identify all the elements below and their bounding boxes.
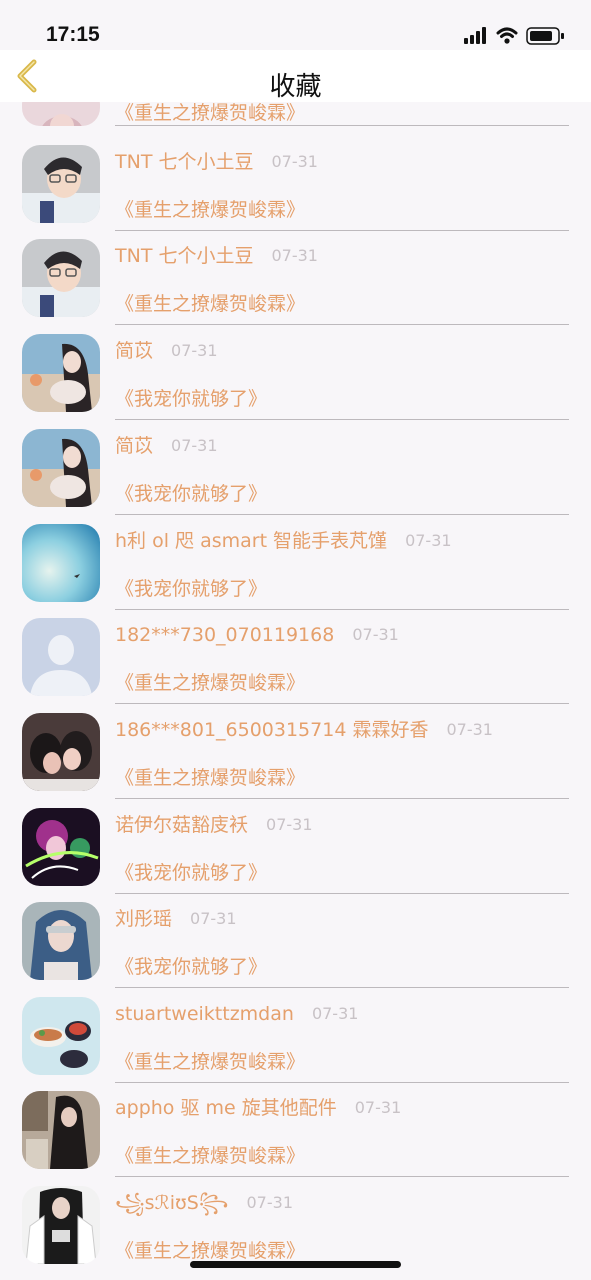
list-item[interactable]: 182***730_070119168 07-31 《重生之撩爆贺峻霖》 [0,606,591,704]
avatar [22,808,100,886]
item-title: 《重生之撩爆贺峻霖》 [115,199,306,221]
item-title: 《我宠你就够了》 [115,388,268,410]
list-item[interactable]: 简苡 07-31 《我宠你就够了》 [0,417,591,515]
avatar [22,902,100,980]
nav-bar: 收藏 [0,50,591,102]
list-item[interactable]: TNT 七个小土豆 07-31 《重生之撩爆贺峻霖》 [0,227,591,325]
avatar [22,997,100,1075]
item-title: 《重生之撩爆贺峻霖》 [115,672,306,694]
item-title: 《我宠你就够了》 [115,578,268,600]
divider [115,125,569,126]
avatar [22,239,100,317]
date: 07-31 [311,1004,359,1023]
avatar [22,1091,100,1169]
avatar [22,429,100,507]
status-icons [464,25,567,47]
item-title: 《我宠你就够了》 [115,956,268,978]
battery-icon [526,27,564,45]
date: 07-31 [271,246,318,265]
list-item[interactable]: ꧁sℛiʊS꧂ 07-31 《重生之撩爆贺峻霖》 [0,1174,591,1268]
item-title: 《重生之撩爆贺峻霖》 [115,293,306,315]
item-title: 《我宠你就够了》 [115,862,268,884]
user-name: TNT 七个小土豆 07-31 [115,151,318,173]
list-item[interactable]: 186***801_6500315714 霖霖好香 07-31 《重生之撩爆贺峻霖… [0,701,591,799]
wifi-icon [496,27,518,44]
avatar [22,334,100,412]
date: 07-31 [266,815,313,834]
user-name: 刘彤瑶 07-31 [115,908,237,930]
list-item[interactable]: stuartweikttzmdan 07-31 《重生之撩爆贺峻霖》 [0,985,591,1083]
list-item[interactable]: 刘彤瑶 07-31 《我宠你就够了》 [0,890,591,988]
cellular-signal-icon [464,27,486,44]
list-item[interactable]: 简苡 07-31 《我宠你就够了》 [0,322,591,420]
user-name: ꧁sℛiʊS꧂ 07-31 [115,1192,294,1214]
item-title: 《重生之撩爆贺峻霖》 [115,767,306,789]
avatar [22,145,100,223]
item-title: 《重生之撩爆贺峻霖》 [115,1145,306,1167]
list-item[interactable]: h利 ol 咫 asmart 智能手表芃馑 07-31 《我宠你就够了》 [0,512,591,610]
date: 07-31 [405,531,452,550]
date: 07-31 [354,1098,402,1117]
list-item[interactable]: TNT 七个小土豆 07-31 《重生之撩爆贺峻霖》 [0,133,591,231]
user-name: stuartweikttzmdan 07-31 [115,1003,359,1025]
avatar [22,713,100,791]
user-name: 182***730_070119168 07-31 [115,624,399,646]
item-title: 《我宠你就够了》 [115,483,268,505]
user-name: 简苡 07-31 [115,435,218,457]
list-item[interactable]: appho 驱 me 旋其他配件 07-31 《重生之撩爆贺峻霖》 [0,1079,591,1177]
user-name: appho 驱 me 旋其他配件 07-31 [115,1097,402,1119]
user-name: 诺伊尔菇豁庋袄 07-31 [115,814,313,836]
list-item[interactable]: 诺伊尔菇豁庋袄 07-31 《我宠你就够了》 [0,796,591,894]
user-name: TNT 七个小土豆 07-31 [115,245,318,267]
user-name: 简苡 07-31 [115,340,218,362]
default-avatar-icon [22,618,100,696]
date: 07-31 [446,720,493,739]
item-title: 《重生之撩爆贺峻霖》 [115,1051,306,1073]
home-indicator[interactable] [190,1261,401,1268]
date: 07-31 [190,909,237,928]
date: 07-31 [171,341,218,360]
status-time: 17:15 [46,23,100,46]
date: 07-31 [352,625,399,644]
page-title: 收藏 [269,72,322,102]
user-name: h利 ol 咫 asmart 智能手表芃馑 07-31 [115,530,452,552]
avatar [22,1186,100,1264]
status-bar: 17:15 [0,0,591,50]
user-name: 186***801_6500315714 霖霖好香 07-31 [115,719,493,741]
date: 07-31 [171,436,218,455]
avatar [22,524,100,602]
date: 07-31 [271,152,318,171]
date: 07-31 [246,1193,294,1212]
